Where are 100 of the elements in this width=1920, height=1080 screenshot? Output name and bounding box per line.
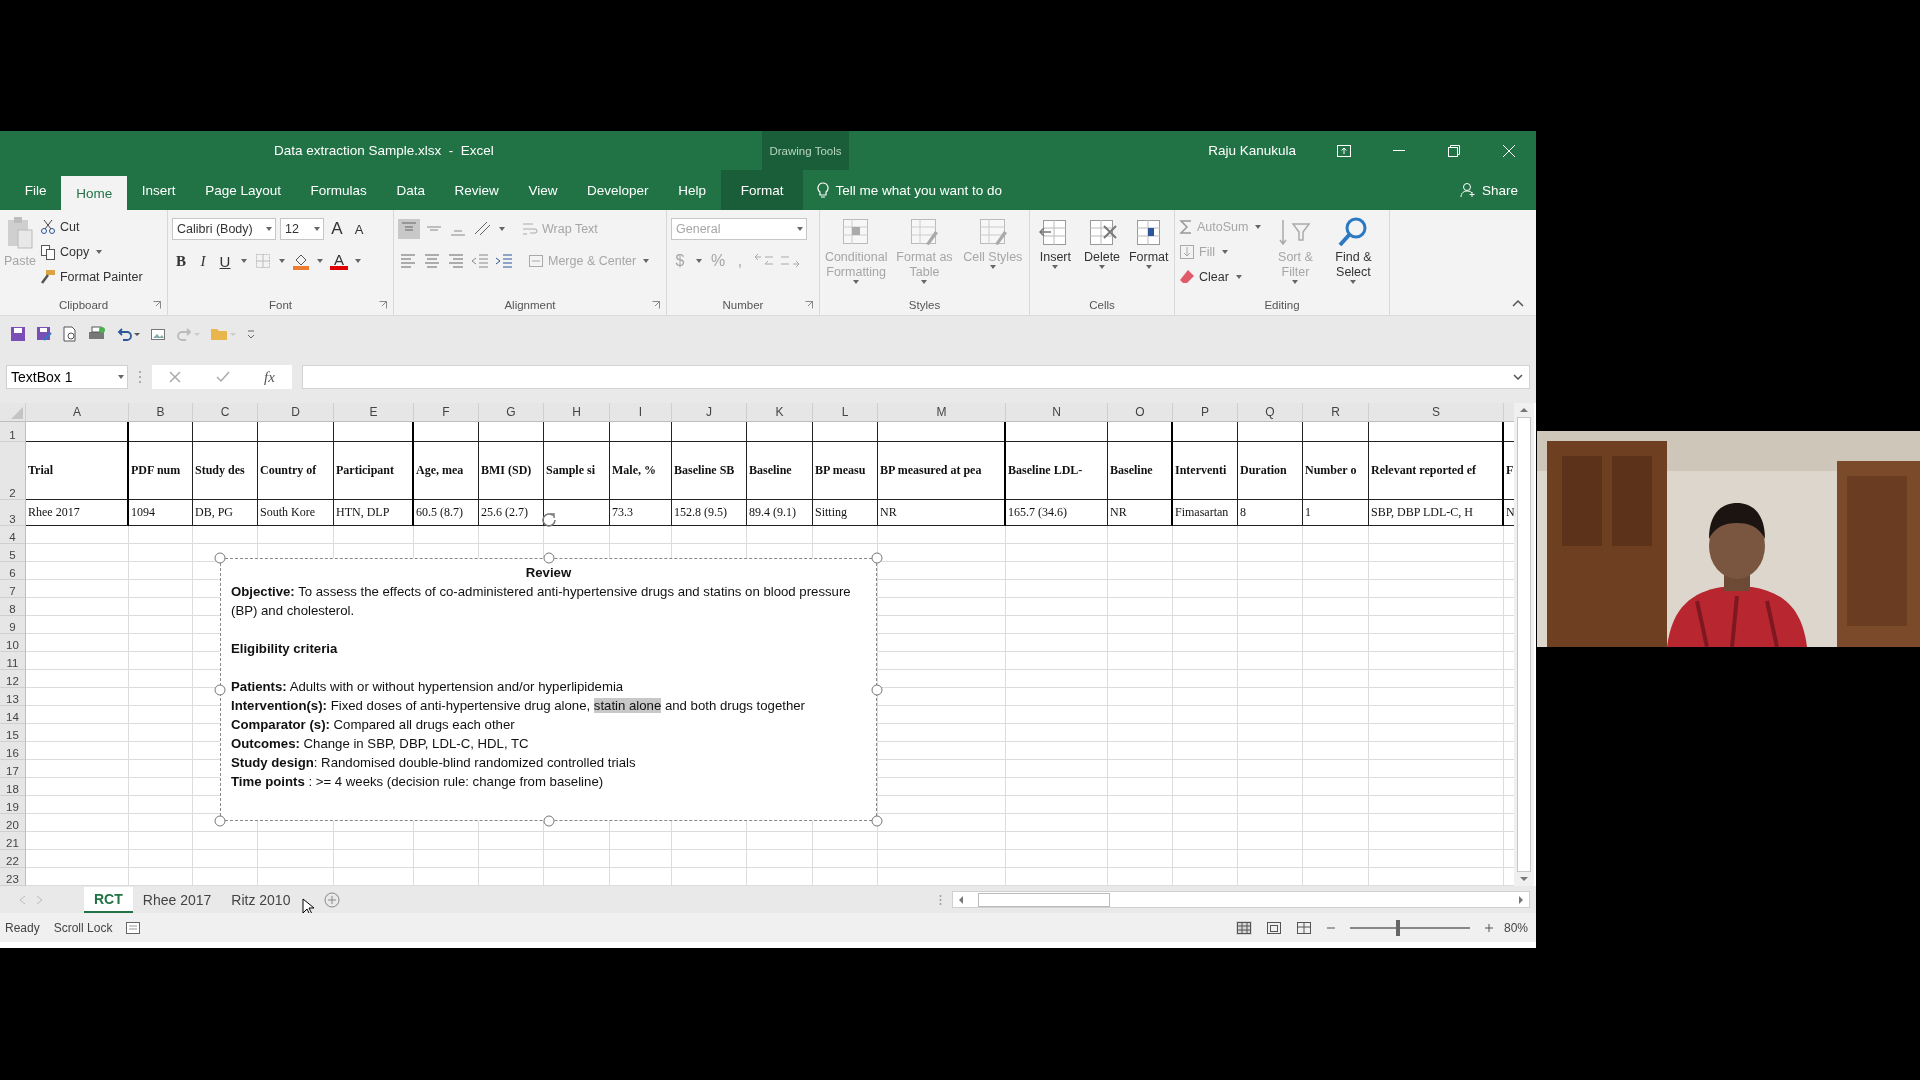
row-header[interactable]: 3 [0,500,26,526]
dialog-launcher-icon[interactable] [379,301,387,309]
row-header[interactable]: 22 [0,850,26,868]
ribbon-tab[interactable]: Home [61,176,127,210]
column-header[interactable]: J [672,403,747,422]
user-name[interactable]: Raju Kanukula [1208,143,1296,158]
row-header[interactable]: 19 [0,796,26,814]
cells-button[interactable]: Delete [1080,214,1124,295]
caret-icon[interactable] [317,259,323,263]
page-layout-view-icon[interactable] [1265,920,1282,935]
resize-handle[interactable] [542,815,555,827]
column-header[interactable]: H [544,403,610,422]
new-sheet-icon[interactable] [324,891,341,908]
checkmark-icon[interactable] [215,371,230,383]
column-header[interactable]: B [129,403,193,422]
row-header[interactable]: 9 [0,616,26,634]
resize-handle[interactable] [871,683,883,696]
cells-button[interactable]: Insert [1034,214,1077,295]
resize-handle[interactable] [214,815,226,827]
ribbon-tab[interactable]: Insert [126,170,191,210]
row-header[interactable]: 21 [0,832,26,850]
row-header[interactable]: 4 [0,526,26,544]
row-header[interactable]: 5 [0,544,26,562]
zoom-slider[interactable] [1349,919,1470,936]
row-header[interactable]: 13 [0,688,26,706]
align-left-icon[interactable] [398,252,418,270]
text-box[interactable] [220,558,877,821]
resize-handle[interactable] [214,683,226,696]
sheet-tab[interactable]: Ritz 2010 [221,886,301,913]
ribbon-tab[interactable]: Format [720,170,804,210]
column-header[interactable]: S [1369,403,1504,422]
customize-toolbar-icon[interactable] [246,328,256,339]
ribbon-tab[interactable]: Page Layout [190,170,296,210]
ribbon-tab[interactable]: Data [381,170,440,210]
column-header[interactable]: C [193,403,258,422]
caret-icon[interactable] [279,259,285,263]
align-right-icon[interactable] [446,252,466,270]
column-header[interactable]: L [813,403,878,422]
caret-icon[interactable] [355,259,361,263]
row-header[interactable]: 2 [0,442,26,500]
row-header[interactable]: 18 [0,778,26,796]
ribbon-tab[interactable]: Help [663,170,721,210]
fill-bucket-icon[interactable] [292,252,310,270]
row-header[interactable]: 23 [0,868,26,886]
top-align-icon[interactable] [398,219,420,239]
zoom-slider-thumb[interactable] [1395,919,1400,936]
macro-record-icon[interactable] [126,921,141,934]
resize-handle[interactable] [871,815,883,827]
column-header[interactable]: R [1303,403,1369,422]
caret-icon[interactable] [696,259,702,263]
clear-button[interactable]: Clear [1179,266,1265,288]
name-box[interactable]: TextBox 1 [6,365,128,389]
insert-function-button[interactable]: fx [263,368,275,386]
column-header[interactable]: P [1173,403,1238,422]
dialog-launcher-icon[interactable] [805,301,813,309]
font-family-dropdown[interactable]: Calibri (Body) [172,218,276,240]
find-select-button[interactable]: Find & Select [1326,214,1381,295]
column-header[interactable]: I [610,403,672,422]
ribbon-tab[interactable]: View [513,170,573,210]
scroll-thumb[interactable] [1517,417,1531,872]
scroll-down-icon[interactable] [1520,876,1528,882]
italic-button[interactable]: I [194,250,212,272]
font-size-dropdown[interactable]: 12 [280,218,324,240]
resize-handle[interactable] [542,552,555,564]
scroll-thumb[interactable] [978,892,1110,907]
caret-icon[interactable] [499,227,505,231]
column-header[interactable]: E [334,403,414,422]
row-header[interactable]: 20 [0,814,26,832]
cancel-icon[interactable] [169,371,182,383]
row-header[interactable]: 15 [0,724,26,742]
row-header[interactable]: 14 [0,706,26,724]
share-button[interactable]: Share [1459,170,1518,210]
underline-button[interactable]: U [216,250,234,272]
row-header[interactable]: 11 [0,652,26,670]
expand-icon[interactable] [1513,374,1523,380]
column-header[interactable]: M [878,403,1006,422]
row-header[interactable]: 8 [0,598,26,616]
cells-button[interactable]: Format [1127,214,1170,295]
rotate-handle[interactable] [539,511,558,529]
undo-icon[interactable] [116,325,140,342]
grow-font-button[interactable]: A [328,218,346,240]
scroll-left-icon[interactable] [958,895,964,904]
column-header[interactable]: O [1108,403,1173,422]
caret-icon[interactable] [241,259,247,263]
resize-handle[interactable] [871,552,883,564]
sheet-tab[interactable]: Rhee 2017 [132,886,222,913]
tell-me-field[interactable]: Tell me what you want to do [817,170,1003,210]
font-color-button[interactable]: A [330,252,348,270]
bold-button[interactable]: B [172,250,190,272]
column-header[interactable]: N [1006,403,1108,422]
increase-indent-icon[interactable] [494,252,514,270]
column-header[interactable]: D [258,403,334,422]
column-header[interactable]: A [26,403,129,422]
column-header[interactable]: G [479,403,544,422]
copy-button[interactable]: Copy [39,241,143,263]
resize-handle[interactable] [214,552,226,564]
cut-button[interactable]: Cut [39,216,143,238]
scroll-right-icon[interactable] [1518,895,1524,904]
normal-view-icon[interactable] [1235,920,1252,935]
shrink-font-button[interactable]: A [350,218,368,240]
